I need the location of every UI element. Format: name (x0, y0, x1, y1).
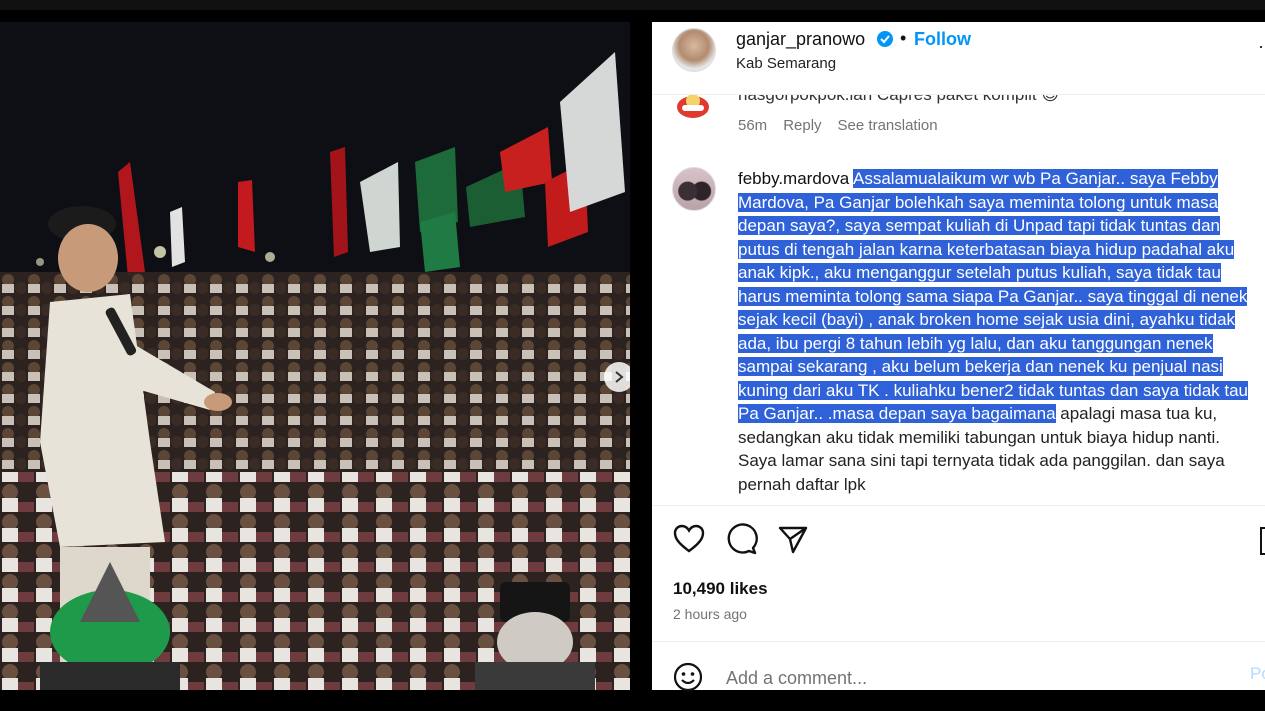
reply-button[interactable]: Reply (783, 117, 821, 134)
emoji-button[interactable] (672, 661, 704, 693)
comments-list[interactable]: nasgorpokpok.ian Capres paket komplit 😊 … (652, 95, 1265, 505)
post-comment-button[interactable]: Po (1250, 664, 1265, 684)
smiley-icon (673, 662, 703, 692)
share-button[interactable] (776, 522, 810, 556)
post-actions: 10,490 likes 2 hours ago Po (652, 505, 1265, 692)
green-turban-figure (40, 562, 180, 690)
post-time[interactable]: 2 hours ago (673, 606, 747, 622)
comment-username[interactable]: febby.mardova (738, 169, 849, 188)
commenter-avatar[interactable] (672, 167, 716, 211)
post-detail-panel: ganjar_pranowo • Follow Kab Semarang · n… (652, 22, 1265, 692)
separator-bullet: • (900, 28, 907, 48)
paper-plane-icon (778, 526, 808, 554)
commenter-avatar[interactable] (672, 95, 714, 121)
follow-button[interactable]: Follow (914, 29, 971, 50)
selected-comment-text: Assalamualaikum wr wb Pa Ganjar.. saya F… (738, 169, 1249, 423)
comment-composer: Po (652, 641, 1265, 692)
comment-input[interactable] (724, 664, 1208, 692)
chevron-right-icon (615, 371, 624, 383)
verified-badge-icon (877, 31, 893, 47)
next-slide-button[interactable] (604, 362, 630, 392)
more-options-icon[interactable]: · (1258, 36, 1264, 57)
post-photo[interactable] (0, 22, 630, 690)
likes-count[interactable]: 10,490 likes (673, 579, 768, 599)
bookmark-icon[interactable] (1260, 527, 1265, 555)
browser-top-strip (0, 0, 1265, 10)
post-header: ganjar_pranowo • Follow Kab Semarang · (652, 22, 1265, 95)
post-location[interactable]: Kab Semarang (736, 55, 836, 72)
comment-body: febby.mardova Assalamualaikum wr wb Pa G… (738, 167, 1252, 496)
author-username[interactable]: ganjar_pranowo (736, 29, 865, 50)
comment-button[interactable] (724, 522, 758, 556)
comment-text: nasgorpokpok.ian Capres paket komplit 😊 (738, 95, 1059, 105)
screenshot-frame: ganjar_pranowo • Follow Kab Semarang · n… (0, 0, 1265, 711)
black-cap-figure (475, 582, 595, 690)
see-translation-button[interactable]: See translation (838, 117, 938, 134)
comment-meta: 56m Reply See translation (738, 117, 938, 134)
comment-icon (727, 523, 758, 555)
comment-time: 56m (738, 117, 768, 134)
heart-icon (673, 524, 705, 553)
author-avatar[interactable] (672, 28, 716, 72)
like-button[interactable] (672, 522, 706, 556)
